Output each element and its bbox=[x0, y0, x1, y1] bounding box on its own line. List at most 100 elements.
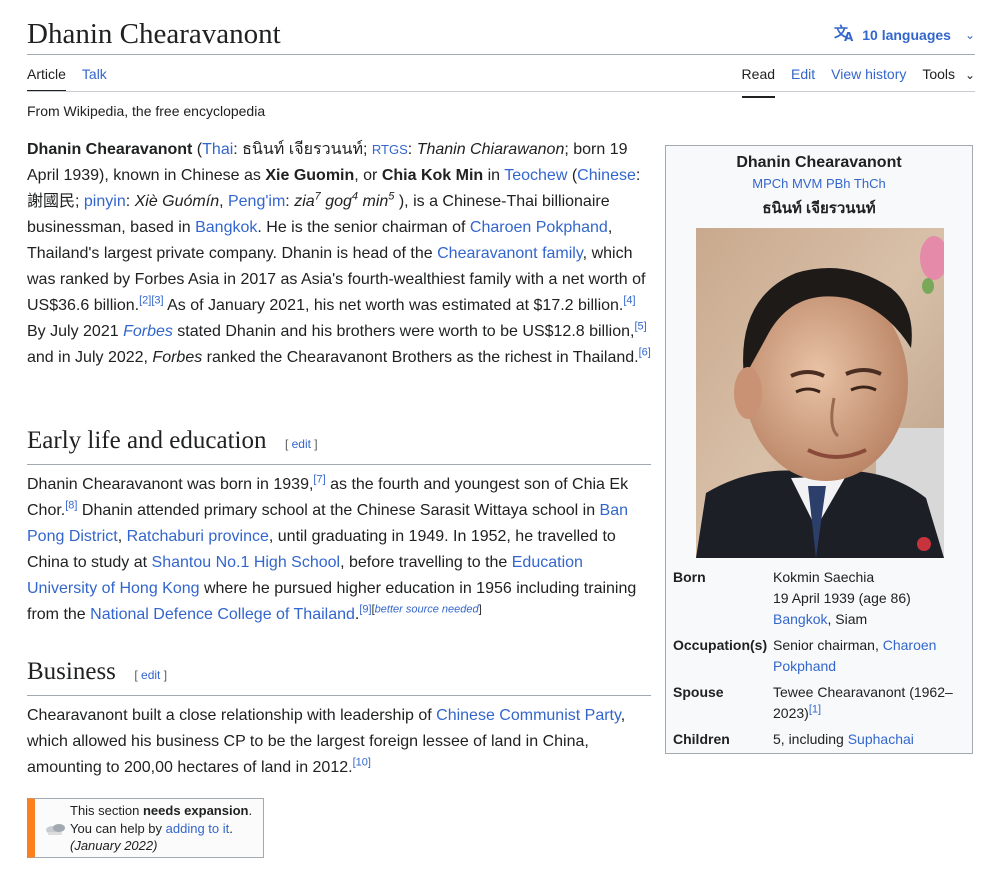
citation-2[interactable]: [2] bbox=[139, 295, 151, 307]
tools-label: Tools bbox=[922, 66, 956, 82]
tab-edit[interactable]: Edit bbox=[791, 66, 815, 98]
edit-link[interactable]: edit bbox=[141, 668, 160, 682]
link-suphachai[interactable]: Suphachai bbox=[848, 731, 914, 747]
birth-date: 19 April 1939 (age 86) bbox=[773, 590, 911, 606]
citation-3[interactable]: [3] bbox=[151, 295, 163, 307]
link-bangkok[interactable]: Bangkok bbox=[195, 219, 257, 236]
citation-4[interactable]: [4] bbox=[623, 295, 635, 307]
tab-read[interactable]: Read bbox=[741, 66, 776, 98]
better-source-needed[interactable]: better source needed bbox=[375, 604, 479, 616]
lead-text: ranked the Chearavanont Brothers as the … bbox=[202, 349, 639, 366]
spouse-label: Spouse bbox=[673, 684, 724, 700]
citation-6[interactable]: [6] bbox=[639, 347, 651, 359]
chevron-down-icon: ⌄ bbox=[964, 68, 975, 82]
children-text: 5, including bbox=[773, 731, 848, 747]
citation-5[interactable]: [5] bbox=[634, 321, 646, 333]
link-charoen-pokphand[interactable]: Charoen Pokphand bbox=[470, 219, 608, 236]
link-pinyin[interactable]: pinyin bbox=[84, 193, 126, 210]
link-teochew[interactable]: Teochew bbox=[504, 167, 567, 184]
link-national-defence-college[interactable]: National Defence College of Thailand bbox=[90, 606, 355, 623]
link-thai[interactable]: Thai bbox=[202, 141, 233, 158]
tone-mark: 7 bbox=[314, 190, 321, 203]
link-rtgs[interactable]: RTGS bbox=[372, 142, 408, 157]
lead-text: As of January 2021, his net worth was es… bbox=[163, 297, 624, 314]
lead-text: . He is the senior chairman of bbox=[257, 219, 470, 236]
language-selector[interactable]: 文A 10 languages ⌄ bbox=[834, 24, 975, 45]
birth-place: Bangkok, Siam bbox=[773, 609, 966, 630]
citation-10[interactable]: [10] bbox=[353, 757, 371, 769]
citation-9[interactable]: [9] bbox=[359, 604, 371, 616]
translate-icon: 文A bbox=[834, 24, 854, 45]
link-pengim[interactable]: Peng'im bbox=[228, 193, 285, 210]
link-ratchaburi-province[interactable]: Ratchaburi province bbox=[127, 528, 269, 545]
occupation-label: Occupation(s) bbox=[673, 637, 768, 653]
infobox-postnominals[interactable]: MPCh MVM PBh ThCh bbox=[666, 176, 972, 191]
thai-name: ธนินท์ เจียรวนนท์ bbox=[242, 141, 364, 158]
spouse-value: Tewee Chearavanont (1962–2023)[1] bbox=[773, 682, 966, 724]
notice-text: This section bbox=[70, 803, 143, 818]
languages-label: 10 languages bbox=[862, 26, 951, 43]
title-divider bbox=[27, 54, 975, 55]
tab-view-history[interactable]: View history bbox=[831, 66, 906, 98]
tab-tools[interactable]: Tools ⌄ bbox=[922, 66, 975, 98]
portrait-photo[interactable] bbox=[696, 228, 944, 558]
needs-expansion: needs expansion bbox=[142, 803, 249, 818]
rtgs-name: Thanin Chiarawanon bbox=[416, 141, 565, 158]
birth-name: Kokmin Saechia bbox=[773, 569, 875, 585]
occupation-value: Senior chairman, Charoen Pokphand bbox=[773, 635, 966, 677]
body-text: Chearavanont built a close relationship … bbox=[27, 707, 437, 724]
pinyin-value: Xiè Guómín bbox=[134, 193, 220, 210]
children-label: Children bbox=[673, 731, 730, 747]
infobox-row-born: Born Kokmin Saechia 19 April 1939 (age 8… bbox=[673, 567, 966, 630]
link-chearavanont-family[interactable]: Chearavanont family bbox=[437, 245, 583, 262]
lead-text: By July 2021 bbox=[27, 323, 124, 340]
forbes-text: Forbes bbox=[152, 349, 203, 366]
tab-article[interactable]: Article bbox=[27, 66, 66, 92]
section-heading-early-life: Early life and education [ edit ] bbox=[27, 427, 651, 465]
page-title: Dhanin Chearavanont bbox=[27, 18, 281, 50]
section-edit: [ edit ] bbox=[284, 437, 318, 451]
lead-text: stated Dhanin and his brothers were wort… bbox=[172, 323, 635, 340]
body-text: , before travelling to the bbox=[340, 554, 512, 571]
tagline: From Wikipedia, the free encyclopedia bbox=[27, 103, 266, 119]
infobox-name: Dhanin Chearavanont bbox=[736, 154, 902, 171]
link-forbes[interactable]: Forbes bbox=[123, 323, 173, 340]
view-tabs: Read Edit View history Tools ⌄ bbox=[741, 66, 975, 98]
link-bangkok[interactable]: Bangkok bbox=[773, 611, 827, 627]
section-heading-business: Business [ edit ] bbox=[27, 658, 651, 696]
lead-text: , or bbox=[354, 167, 382, 184]
body-text: Dhanin attended primary school at the Ch… bbox=[77, 502, 600, 519]
body-text: Dhanin Chearavanont was born in 1939, bbox=[27, 476, 314, 493]
tab-talk[interactable]: Talk bbox=[82, 66, 107, 92]
business-paragraph: Chearavanont built a close relationship … bbox=[27, 703, 652, 781]
link-shantou-high-school[interactable]: Shantou No.1 High School bbox=[152, 554, 341, 571]
infobox-row-spouse: Spouse Tewee Chearavanont (1962–2023)[1] bbox=[673, 682, 966, 724]
wrench-icon bbox=[45, 821, 67, 837]
citation-8[interactable]: [8] bbox=[65, 500, 77, 512]
hanzi: 謝國民 bbox=[27, 193, 76, 210]
citation-7[interactable]: [7] bbox=[313, 474, 325, 486]
born-value: Kokmin Saechia 19 April 1939 (age 86) Ba… bbox=[773, 567, 966, 630]
infobox-native-name: ธนินท์ เจียรวนนท์ bbox=[762, 200, 876, 217]
lead-text: in bbox=[483, 167, 505, 184]
body-text: , bbox=[117, 528, 127, 545]
expansion-notice: This section needs expansion. You can he… bbox=[27, 798, 264, 858]
infobox: Dhanin Chearavanont MPCh MVM PBh ThCh ธน… bbox=[665, 145, 973, 754]
notice-text: . bbox=[229, 820, 233, 836]
born-label: Born bbox=[673, 569, 706, 585]
subject-name: Dhanin Chearavanont bbox=[27, 141, 193, 158]
edit-link[interactable]: edit bbox=[292, 437, 311, 451]
chevron-down-icon: ⌄ bbox=[964, 27, 975, 42]
citation-1[interactable]: [1] bbox=[809, 703, 821, 715]
link-chinese[interactable]: Chinese bbox=[577, 167, 636, 184]
adding-to-it-link[interactable]: adding to it bbox=[166, 821, 230, 836]
heading-text: Early life and education bbox=[27, 427, 267, 454]
infobox-row-occupation: Occupation(s) Senior chairman, Charoen P… bbox=[673, 635, 966, 677]
pengim-syllable: zia bbox=[294, 193, 315, 210]
spouse-text: Tewee Chearavanont (1962–2023) bbox=[773, 684, 953, 721]
pengim-value: zia7 gog4 min5 bbox=[294, 190, 394, 210]
birth-place-rest: , Siam bbox=[827, 611, 868, 627]
notice-date: (January 2022) bbox=[70, 838, 158, 853]
link-chinese-communist-party[interactable]: Chinese Communist Party bbox=[436, 707, 621, 724]
occupation-text: Senior chairman, bbox=[773, 637, 883, 653]
